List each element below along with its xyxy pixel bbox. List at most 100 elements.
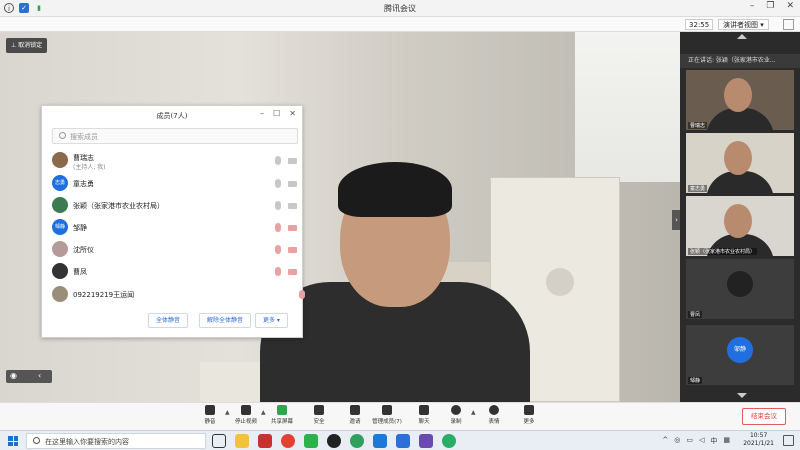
network-icon[interactable]: ▭ xyxy=(686,436,693,446)
app-icon[interactable] xyxy=(419,434,433,448)
search-icon xyxy=(59,132,66,139)
mute-button[interactable]: 静音 xyxy=(190,405,230,425)
emoji-icon xyxy=(489,405,499,415)
member-row[interactable]: 曹凤 xyxy=(52,261,298,283)
tile-label: 邹静 xyxy=(688,377,703,384)
camera-icon xyxy=(241,405,251,415)
system-tray: ^ ◎ ▭ ◁ 中 ▦ xyxy=(662,436,730,446)
share-screen-button[interactable]: 共享屏幕 xyxy=(262,405,302,425)
notifications-icon[interactable] xyxy=(783,435,794,446)
keyboard-icon[interactable]: ▦ xyxy=(723,436,730,446)
wps-icon[interactable] xyxy=(258,434,272,448)
task-view-icon[interactable] xyxy=(212,434,226,448)
minimize-icon[interactable]: – xyxy=(750,1,755,11)
taskbar-search-box[interactable]: 在这里输入你要搜索的内容 xyxy=(26,433,206,449)
microphone-muted-icon[interactable] xyxy=(275,223,281,232)
camera-off-icon[interactable] xyxy=(288,225,297,231)
microphone-muted-icon[interactable] xyxy=(299,290,305,299)
app-icon[interactable] xyxy=(373,434,387,448)
record-button[interactable]: 录制 xyxy=(436,405,476,425)
volume-icon[interactable]: ◁ xyxy=(699,436,704,446)
members-panel: 成员(7人) – ☐ ✕ 曹瑞志 (主持人, 我) 志勇 童志勇 张颖（张家港市… xyxy=(41,105,305,338)
chrome-icon[interactable] xyxy=(281,434,295,448)
member-search-box xyxy=(52,128,298,144)
video-tile[interactable]: 邹静 邹静 xyxy=(686,325,794,385)
ime-indicator[interactable]: 中 xyxy=(710,436,717,446)
windows-start-icon[interactable] xyxy=(8,436,18,446)
video-tile[interactable]: 曹凤 xyxy=(686,259,794,319)
close-icon[interactable]: ✕ xyxy=(289,109,296,118)
tile-label: 曹凤 xyxy=(688,311,703,318)
member-avatar xyxy=(52,286,68,302)
microphone-icon[interactable] xyxy=(275,179,281,188)
unmute-all-button[interactable]: 解除全体静音 xyxy=(199,313,252,328)
camera-icon[interactable] xyxy=(288,158,297,164)
os-taskbar: 在这里输入你要搜索的内容 ^ ◎ ▭ ◁ 中 ▦ 10:57 2021/1/21 xyxy=(0,430,800,450)
restore-icon[interactable]: ❐ xyxy=(766,1,774,11)
taskbar-app-icons xyxy=(212,434,456,448)
chat-icon xyxy=(419,405,429,415)
video-overlay-controls: ◉ ‹ xyxy=(6,370,52,383)
close-icon[interactable]: ✕ xyxy=(786,1,794,11)
manage-members-button[interactable]: 管理成员(7) xyxy=(367,405,407,425)
microphone-muted-icon[interactable] xyxy=(275,245,281,254)
tencent-meeting-icon[interactable] xyxy=(396,434,410,448)
wechat-icon[interactable] xyxy=(442,434,456,448)
camera-off-icon[interactable] xyxy=(288,269,297,275)
security-button[interactable]: 安全 xyxy=(299,405,339,425)
member-search-input[interactable] xyxy=(70,131,290,142)
video-tile[interactable]: 童志勇 xyxy=(686,133,794,193)
video-tile[interactable]: 曹瑞志 xyxy=(686,70,794,130)
stop-video-button[interactable]: 停止视频 xyxy=(226,405,266,425)
camera-off-icon[interactable] xyxy=(288,247,297,253)
reactions-button[interactable]: 表情 xyxy=(474,405,514,425)
restore-icon[interactable]: ☐ xyxy=(273,109,280,118)
member-row[interactable]: 沈所仪 xyxy=(52,239,298,261)
camera-icon[interactable] xyxy=(288,181,297,187)
record-icon xyxy=(451,405,461,415)
member-row[interactable]: 邹静 邹静 xyxy=(52,217,298,239)
minimize-icon[interactable]: – xyxy=(260,109,264,118)
qq-icon[interactable] xyxy=(327,434,341,448)
unpin-button[interactable]: ⊥ 取消锁定 xyxy=(6,38,48,53)
fullscreen-icon[interactable] xyxy=(783,19,794,30)
collapse-arrow-icon[interactable]: ‹ xyxy=(38,371,41,380)
app-title: 腾讯会议 xyxy=(384,4,416,13)
end-meeting-button[interactable]: 结束会议 xyxy=(742,408,786,425)
scroll-up-icon[interactable] xyxy=(737,34,747,39)
users-icon xyxy=(382,405,392,415)
microphone-icon xyxy=(205,405,215,415)
system-clock[interactable]: 10:57 2021/1/21 xyxy=(743,432,774,448)
messaging-icon[interactable] xyxy=(304,434,318,448)
microphone-icon[interactable] xyxy=(275,156,281,165)
app-tray-icon[interactable]: ◎ xyxy=(674,436,680,446)
mute-all-button[interactable]: 全体静音 xyxy=(148,313,189,328)
microphone-icon[interactable] xyxy=(275,201,281,210)
member-avatar: 志勇 xyxy=(52,175,68,191)
member-name: 沈所仪 xyxy=(73,246,94,254)
member-row[interactable]: 志勇 童志勇 xyxy=(52,173,298,195)
member-row[interactable]: 092219219王运闻 xyxy=(52,284,305,306)
more-button[interactable]: 更多 ▾ xyxy=(255,313,288,328)
file-explorer-icon[interactable] xyxy=(235,434,249,448)
clock-time: 10:57 xyxy=(749,432,768,439)
window-title-bar: i ✓ ▮ 腾讯会议 – ❐ ✕ xyxy=(0,0,800,17)
more-menu-button[interactable]: 更多 xyxy=(509,405,549,425)
chevron-up-icon[interactable]: ^ xyxy=(662,436,668,446)
member-row[interactable]: 曹瑞志 (主持人, 我) xyxy=(52,150,298,172)
video-gallery: 正在讲话: 张颖（张家港市农业... 曹瑞志 童志勇 张颖（张家港市农业农村局）… xyxy=(680,32,800,402)
tile-label: 曹瑞志 xyxy=(688,122,708,129)
camera-icon[interactable] xyxy=(288,203,297,209)
view-mode-select[interactable]: 演讲者视图 ▾ xyxy=(718,19,769,30)
members-panel-window-controls: – ☐ ✕ xyxy=(260,109,296,118)
member-avatar: 邹静 xyxy=(52,219,68,235)
member-avatar xyxy=(52,152,68,168)
background-window xyxy=(575,32,680,182)
scroll-down-icon[interactable] xyxy=(737,393,747,398)
microphone-muted-icon[interactable] xyxy=(275,267,281,276)
browser-icon[interactable] xyxy=(350,434,364,448)
members-panel-footer: 全体静音 解除全体静音 更多 ▾ xyxy=(42,313,302,329)
member-row[interactable]: 张颖（张家港市农业农村局） xyxy=(52,195,298,217)
video-tile[interactable]: 张颖（张家港市农业农村局） xyxy=(686,196,794,256)
grid-view-icon[interactable]: ◉ xyxy=(10,371,17,380)
